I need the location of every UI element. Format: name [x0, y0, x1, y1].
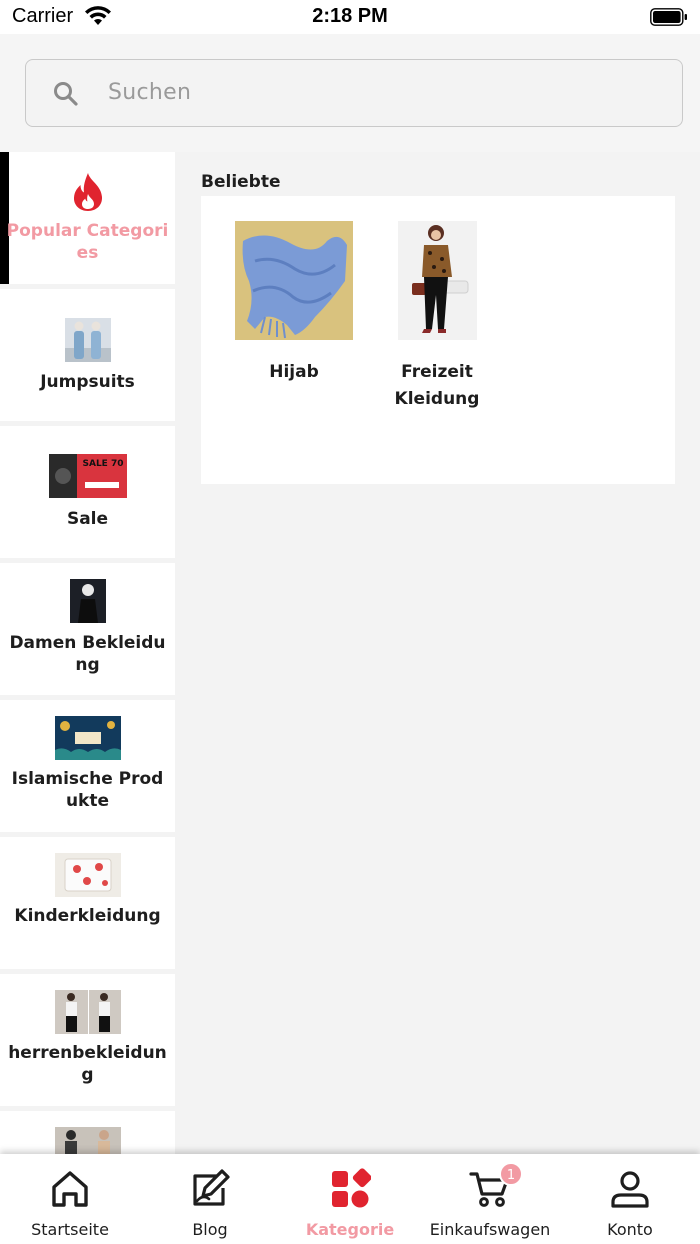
sidebar-item-label: Sale [66, 509, 109, 529]
product-label: Freizeit Kleidung [394, 362, 480, 409]
nav-label: Kategorie [305, 1220, 395, 1239]
sidebar-item-sale[interactable]: SALE 70 Sale [0, 426, 175, 558]
search-placeholder: Suchen [108, 80, 192, 105]
herrenbekleidung-thumbnail [54, 990, 121, 1034]
active-indicator [0, 152, 9, 284]
sale-thumbnail: SALE 70 [48, 454, 127, 498]
nav-item-einkaufswagen[interactable]: 1 Einkaufswagen [420, 1154, 560, 1244]
nav-item-blog[interactable]: Blog [140, 1154, 280, 1244]
nav-item-konto[interactable]: Konto [560, 1154, 700, 1244]
sidebar-item-label: Damen Bekleidung [9, 633, 166, 675]
nav-label: Einkaufswagen [429, 1220, 551, 1239]
home-icon [52, 1171, 88, 1207]
sidebar-item-jumpsuits[interactable]: Jumpsuits [0, 289, 175, 421]
nav-label: Startseite [31, 1220, 109, 1239]
sidebar-item-kinderkleidung[interactable]: Kinderkleidung [0, 837, 175, 969]
search-area: Suchen [0, 34, 700, 152]
kinderkleidung-thumbnail [54, 853, 121, 897]
cart-badge: 1 [499, 1162, 523, 1186]
category-icon [332, 1168, 371, 1208]
section-title: Beliebte [201, 172, 281, 192]
category-sidebar[interactable]: Popular Categories Jumpsuits SALE 70 Sal… [0, 152, 175, 1154]
status-bar: Carrier 2:18 PM [0, 0, 700, 34]
sidebar-item-popular-categories[interactable]: Popular Categories [0, 152, 175, 284]
bottom-navigation: Startseite Blog Kategorie 1 Einkaufswage… [0, 1154, 700, 1244]
sidebar-item-label: Islamische Produkte [11, 769, 164, 811]
nav-item-startseite[interactable]: Startseite [0, 1154, 140, 1244]
battery-icon [650, 8, 687, 26]
product-hijab[interactable]: Hijab [235, 221, 353, 421]
sidebar-item-islamische-produkte[interactable]: Islamische Produkte [0, 700, 175, 832]
popular-products-panel: Hijab Freizeit Kleidung [201, 196, 675, 484]
sidebar-item-label: Kinderkleidung [14, 906, 161, 926]
jumpsuits-thumbnail [64, 318, 111, 362]
clock: 2:18 PM [312, 5, 388, 27]
sidebar-item-partial[interactable] [0, 1111, 175, 1154]
sidebar-item-herrenbekleidung[interactable]: herrenbekleidung [0, 974, 175, 1106]
category-thumbnail [54, 1127, 121, 1154]
flame-icon [73, 173, 102, 211]
sidebar-item-label: herrenbekleidung [8, 1043, 167, 1085]
islamische-produkte-thumbnail [54, 716, 121, 760]
nav-item-kategorie[interactable]: Kategorie [280, 1154, 420, 1244]
damen-bekleidung-thumbnail [69, 579, 106, 623]
edit-icon [193, 1169, 230, 1206]
nav-label: Blog [192, 1220, 228, 1239]
hijab-image [235, 221, 353, 340]
search-icon [54, 82, 78, 106]
sidebar-item-label: Jumpsuits [40, 372, 135, 392]
search-input[interactable]: Suchen [25, 59, 683, 127]
freizeit-kleidung-image [398, 221, 477, 340]
account-icon [611, 1171, 649, 1208]
product-label: Hijab [269, 362, 319, 382]
sidebar-item-damen-bekleidung[interactable]: Damen Bekleidung [0, 563, 175, 695]
sale-thumbnail-text: SALE 70 [82, 459, 123, 469]
nav-label: Konto [607, 1220, 653, 1239]
product-freizeit-kleidung[interactable]: Freizeit Kleidung [387, 221, 487, 421]
sidebar-item-label: Popular Categories [6, 221, 169, 263]
